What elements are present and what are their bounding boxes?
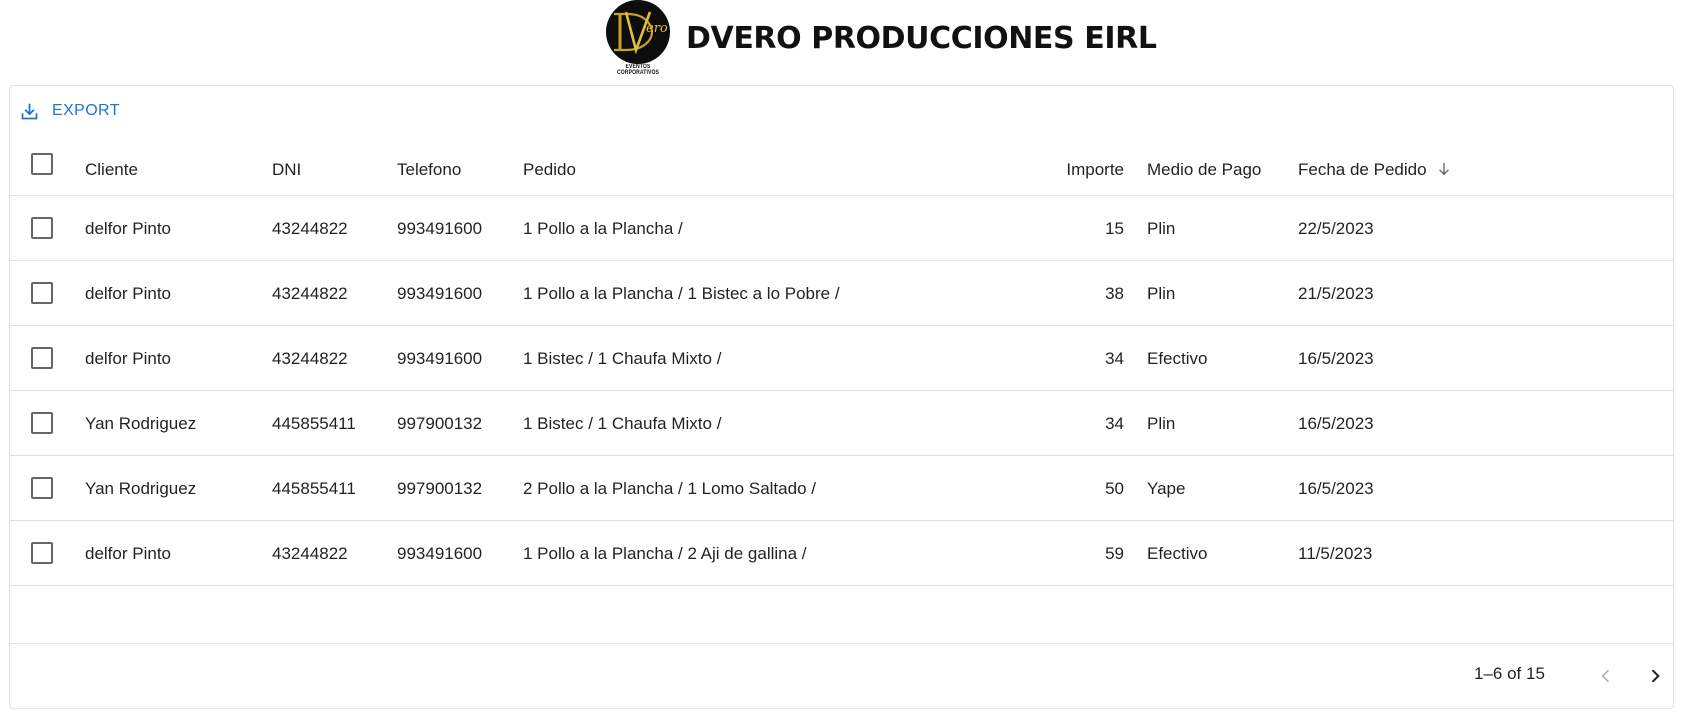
cell-importe: 34 — [1105, 414, 1124, 433]
table-row[interactable]: Yan Rodriguez 445855411 997900132 2 Poll… — [10, 456, 1673, 521]
cell-importe: 50 — [1105, 479, 1124, 498]
cell-pedido: 1 Pollo a la Plancha / — [523, 219, 683, 238]
cell-telefono: 993491600 — [397, 544, 483, 563]
cell-medio-pago: Plin — [1147, 284, 1176, 303]
column-header-dni[interactable]: DNI — [272, 155, 301, 185]
cell-fecha: 16/5/2023 — [1298, 414, 1374, 433]
cell-pedido: 1 Bistec / 1 Chaufa Mixto / — [523, 349, 722, 368]
cell-fecha: 21/5/2023 — [1298, 284, 1374, 303]
cell-fecha: 11/5/2023 — [1298, 544, 1373, 563]
svg-text:ero: ero — [646, 21, 668, 36]
cell-medio-pago: Plin — [1147, 414, 1176, 433]
column-header-importe[interactable]: Importe — [1010, 155, 1124, 185]
cell-telefono: 993491600 — [397, 349, 483, 368]
cell-cliente: delfor Pinto — [85, 284, 171, 303]
cell-medio-pago: Efectivo — [1147, 544, 1208, 563]
cell-importe: 38 — [1105, 284, 1124, 303]
chevron-left-icon — [1601, 669, 1610, 683]
logo-tagline: EVENTOS CORPORATIVOS — [616, 64, 660, 76]
cell-medio-pago: Efectivo — [1147, 349, 1208, 368]
row-checkbox[interactable] — [31, 542, 53, 564]
arrow-down-icon[interactable] — [1435, 160, 1453, 178]
cell-telefono: 997900132 — [397, 479, 483, 498]
previous-page-button[interactable] — [1592, 662, 1620, 690]
column-header-telefono[interactable]: Telefono — [397, 155, 461, 185]
company-name: DVERO PRODUCCIONES EIRL — [686, 21, 1157, 56]
cell-pedido: 1 Pollo a la Plancha / 1 Bistec a lo Pob… — [523, 284, 840, 303]
row-checkbox[interactable] — [31, 217, 53, 239]
table-row[interactable]: delfor Pinto 43244822 993491600 1 Pollo … — [10, 261, 1673, 326]
cell-fecha: 22/5/2023 — [1298, 219, 1374, 238]
column-header-cliente[interactable]: Cliente — [85, 155, 138, 185]
pagination-footer: 1–6 of 15 — [10, 644, 1673, 708]
orders-data-grid: EXPORT Cliente DNI Telefono Pedido Impor… — [9, 85, 1674, 709]
table-row[interactable]: delfor Pinto 43244822 993491600 1 Bistec… — [10, 326, 1673, 391]
cell-cliente: Yan Rodriguez — [85, 479, 197, 498]
cell-dni: 43244822 — [272, 284, 348, 303]
cell-dni: 43244822 — [272, 349, 348, 368]
column-header-fecha-label: Fecha de Pedido — [1298, 160, 1427, 179]
cell-cliente: delfor Pinto — [85, 219, 171, 238]
column-header-pedido[interactable]: Pedido — [523, 155, 576, 185]
cell-cliente: delfor Pinto — [85, 349, 171, 368]
cell-fecha: 16/5/2023 — [1298, 349, 1374, 368]
export-label: EXPORT — [52, 102, 120, 119]
row-checkbox[interactable] — [31, 412, 53, 434]
cell-dni: 43244822 — [272, 219, 348, 238]
cell-fecha: 16/5/2023 — [1298, 479, 1374, 498]
cell-importe: 15 — [1105, 219, 1124, 238]
cell-dni: 43244822 — [272, 544, 348, 563]
download-icon — [21, 103, 38, 119]
select-all-checkbox[interactable] — [31, 153, 53, 175]
cell-medio-pago: Yape — [1147, 479, 1186, 498]
cell-pedido: 2 Pollo a la Plancha / 1 Lomo Saltado / — [523, 479, 816, 498]
cell-cliente: Yan Rodriguez — [85, 414, 197, 433]
cell-cliente: delfor Pinto — [85, 544, 171, 563]
logo-emblem: ero — [606, 0, 670, 64]
export-button[interactable]: EXPORT — [19, 99, 120, 123]
cell-pedido: 1 Pollo a la Plancha / 2 Aji de gallina … — [523, 544, 807, 563]
next-page-button[interactable] — [1641, 662, 1669, 690]
column-header-fecha-pedido[interactable]: Fecha de Pedido — [1298, 155, 1453, 185]
row-checkbox[interactable] — [31, 477, 53, 499]
cell-importe: 59 — [1105, 544, 1124, 563]
company-logo: ero EVENTOS CORPORATIVOS — [606, 0, 670, 76]
chevron-right-icon — [1651, 669, 1660, 683]
table-row[interactable]: Yan Rodriguez 445855411 997900132 1 Bist… — [10, 391, 1673, 456]
column-header-medio-pago[interactable]: Medio de Pago — [1147, 155, 1261, 185]
row-checkbox[interactable] — [31, 282, 53, 304]
table-row[interactable]: delfor Pinto 43244822 993491600 1 Pollo … — [10, 521, 1673, 586]
cell-pedido: 1 Bistec / 1 Chaufa Mixto / — [523, 414, 722, 433]
cell-telefono: 993491600 — [397, 284, 483, 303]
cell-dni: 445855411 — [272, 414, 356, 433]
cell-telefono: 997900132 — [397, 414, 483, 433]
app-header: ero EVENTOS CORPORATIVOS DVERO PRODUCCIO… — [0, 0, 1682, 84]
table-row[interactable]: delfor Pinto 43244822 993491600 1 Pollo … — [10, 196, 1673, 261]
cell-medio-pago: Plin — [1147, 219, 1176, 238]
row-checkbox[interactable] — [31, 347, 53, 369]
cell-dni: 445855411 — [272, 479, 356, 498]
pagination-range: 1–6 of 15 — [1474, 664, 1545, 683]
cell-telefono: 993491600 — [397, 219, 483, 238]
cell-importe: 34 — [1105, 349, 1124, 368]
